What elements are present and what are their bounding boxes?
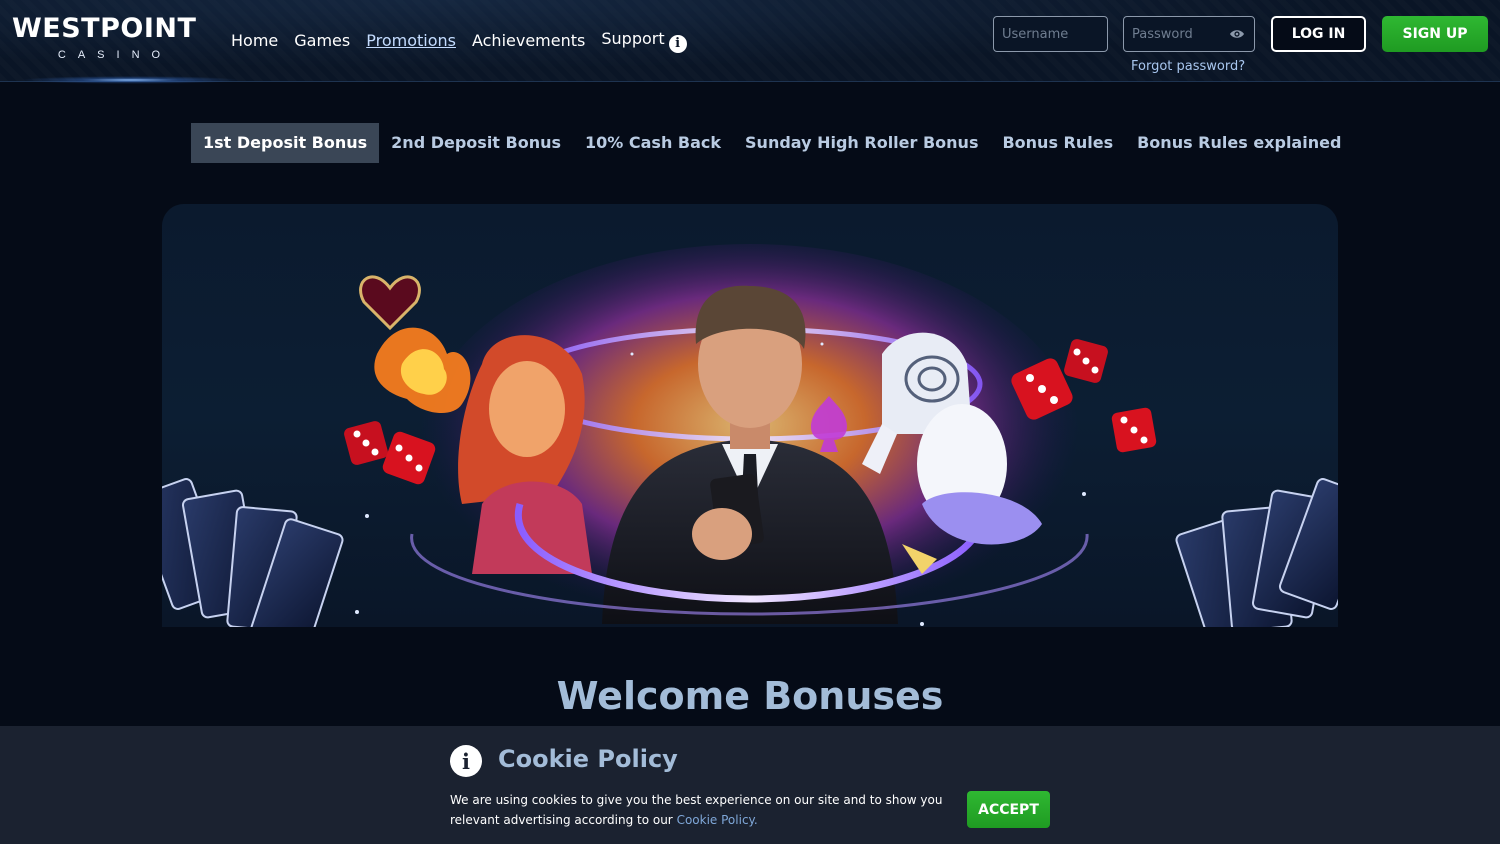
forgot-password-link[interactable]: Forgot password?: [1131, 59, 1245, 74]
nav-achievements[interactable]: Achievements: [472, 31, 585, 50]
heart-icon: [359, 275, 421, 331]
logo-title: WESTPOINT: [12, 13, 197, 44]
nav-games[interactable]: Games: [294, 31, 350, 50]
tab-bonus-rules-explained[interactable]: Bonus Rules explained: [1125, 123, 1353, 163]
signup-button[interactable]: SIGN UP: [1382, 16, 1488, 52]
cookie-policy-title: Cookie Policy: [498, 745, 678, 773]
logo-subtitle: CASINO: [57, 49, 173, 61]
login-button[interactable]: LOG IN: [1271, 16, 1366, 52]
tab-bonus-rules[interactable]: Bonus Rules: [990, 123, 1125, 163]
info-icon: i: [668, 34, 687, 53]
accept-cookies-button[interactable]: ACCEPT: [967, 791, 1050, 828]
main-nav: Home Games Promotions Achievements Suppo…: [231, 29, 687, 53]
westpoint-casino-logo[interactable]: WESTPOINT CASINO: [12, 14, 208, 70]
tab-sunday-high-roller-bonus[interactable]: Sunday High Roller Bonus: [733, 123, 990, 163]
cookie-policy-link[interactable]: Cookie Policy.: [677, 813, 758, 827]
nav-home[interactable]: Home: [231, 31, 278, 50]
info-icon: i: [450, 745, 482, 777]
nav-support-label: Support: [601, 29, 665, 48]
promo-hero-banner: [162, 204, 1338, 627]
playing-cards-left: [162, 478, 344, 627]
nav-promotions[interactable]: Promotions: [366, 31, 456, 50]
tab-cash-back[interactable]: 10% Cash Back: [573, 123, 733, 163]
site-header: WESTPOINT CASINO Home Games Promotions A…: [0, 0, 1500, 84]
username-input[interactable]: [993, 16, 1108, 52]
welcome-bonuses-heading: Welcome Bonuses: [556, 674, 944, 718]
eye-icon[interactable]: [1229, 28, 1245, 40]
tab-1st-deposit-bonus[interactable]: 1st Deposit Bonus: [191, 123, 380, 163]
playing-cards-right: [1175, 478, 1338, 627]
nav-support[interactable]: Support i: [601, 29, 687, 53]
cookie-policy-text: We are using cookies to give you the bes…: [450, 790, 950, 830]
hero-illustration: [162, 244, 1338, 627]
tab-2nd-deposit-bonus[interactable]: 2nd Deposit Bonus: [379, 123, 573, 163]
promotion-tabs: 1st Deposit Bonus 2nd Deposit Bonus 10% …: [191, 123, 1353, 163]
logo-glow-decoration: [20, 76, 240, 84]
